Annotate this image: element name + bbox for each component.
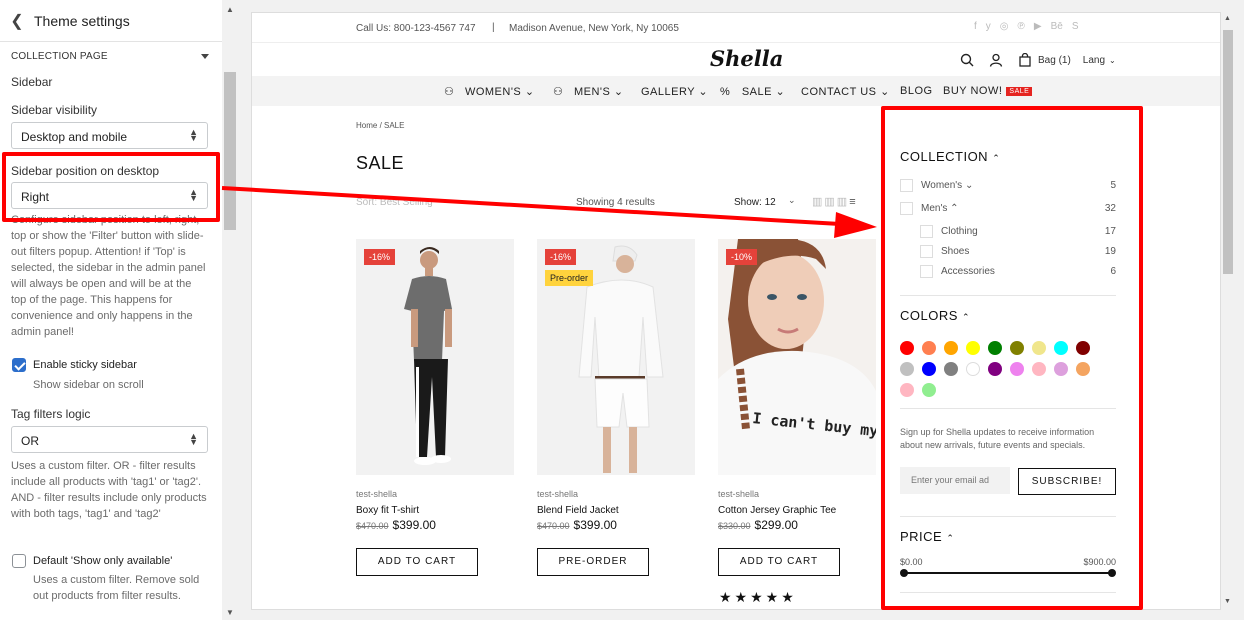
annotation-arrow-icon bbox=[221, 186, 877, 238]
